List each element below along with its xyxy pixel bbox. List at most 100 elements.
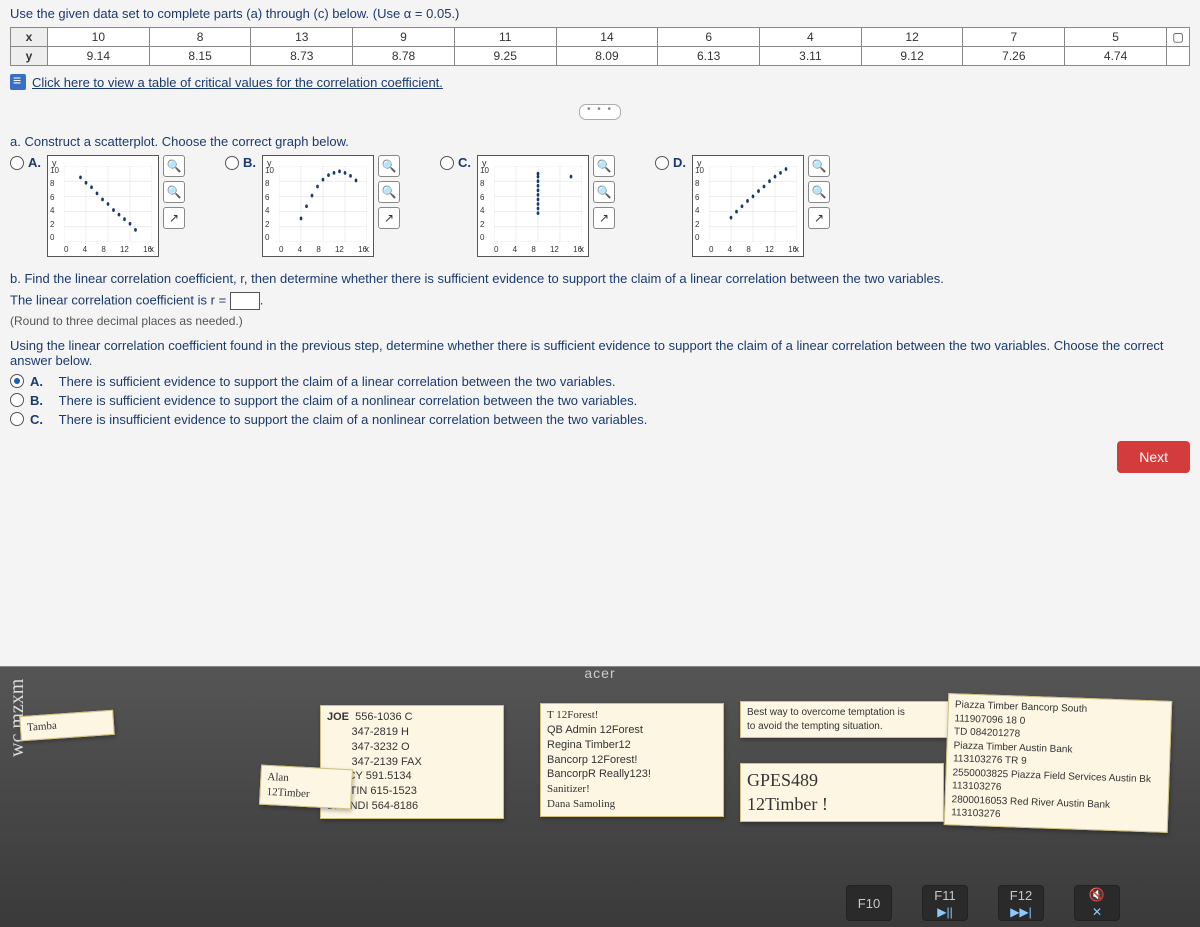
radio-c[interactable] [440, 156, 454, 170]
xcell: 9 [353, 28, 455, 47]
sticky-note-gpes: GPES489 12Timber ! [740, 763, 944, 822]
option-b-label: B. [243, 155, 256, 170]
sticky-note-alan: Alan 12Timber [259, 765, 353, 809]
sticky-note-routing: Piazza Timber Bancorp South 111907096 18… [944, 693, 1172, 832]
zoom-in-icon[interactable]: 🔍 [378, 155, 400, 177]
ytick: 2 [265, 220, 279, 229]
radio-a[interactable] [10, 156, 24, 170]
sticky3-line: Dana Samoling [547, 798, 615, 810]
key-mute[interactable]: 🔇✕ [1074, 885, 1120, 921]
xtick: 4 [83, 245, 87, 254]
radio-mc-b[interactable] [10, 393, 24, 407]
row-header-x: x [11, 28, 48, 47]
xtick: 16 [788, 245, 797, 254]
xy-data-table: x 10 8 13 9 11 14 6 4 12 7 5 ▢ y 9.14 8.… [10, 27, 1190, 66]
sticky2b-line: 12Timber [266, 786, 310, 800]
f12-label: F12 [1010, 888, 1032, 903]
mc-option-a[interactable]: A. There is sufficient evidence to suppo… [10, 374, 1190, 389]
sticky2-line: 347-2139 FAX [351, 756, 421, 768]
zoom-out-icon[interactable]: 🔍 [808, 181, 830, 203]
next-track-icon: ▶▶| [1010, 905, 1032, 919]
xtick: 0 [494, 245, 498, 254]
radio-mc-a[interactable] [10, 374, 24, 388]
mc-c-text: There is insufficient evidence to suppor… [59, 412, 648, 427]
xtick: 8 [101, 245, 105, 254]
part-b-label: b. Find the linear correlation coefficie… [10, 271, 1190, 286]
zoom-out-icon[interactable]: 🔍 [163, 181, 185, 203]
xcell: 8 [149, 28, 251, 47]
ytick: 8 [480, 179, 494, 188]
key-f11[interactable]: F11▶|| [922, 885, 968, 921]
radio-mc-c[interactable] [10, 412, 24, 426]
zoom-in-icon[interactable]: 🔍 [163, 155, 185, 177]
expand-icon[interactable]: ↗ [378, 207, 400, 229]
xtick: 4 [513, 245, 517, 254]
sticky6-line: TD 084201278 [954, 726, 1021, 739]
mc-b-text: There is sufficient evidence to support … [59, 393, 638, 408]
sticky6-line: 113103276 [952, 780, 1002, 793]
zoom-in-icon[interactable]: 🔍 [808, 155, 830, 177]
row-header-y: y [11, 47, 48, 66]
ytick: 6 [50, 193, 64, 202]
sticky3-line: Regina Timber12 [547, 739, 631, 751]
scatter-option-c[interactable]: C. y x 10 8 6 4 2 0 0 4 [440, 155, 615, 257]
ycell: 7.26 [963, 47, 1065, 66]
sticky2-line: 556-1036 C [355, 711, 413, 723]
r-input[interactable] [230, 292, 260, 310]
xcell: 10 [48, 28, 150, 47]
radio-b[interactable] [225, 156, 239, 170]
desk-area: acer wc mzxm Tamba JOE 556-1036 C JOE 34… [0, 667, 1200, 927]
scatterplot-d: y x 10 8 6 4 2 0 0 4 8 12 [692, 155, 804, 257]
key-f12[interactable]: F12 ▶▶| [998, 885, 1044, 921]
mute-icon: ✕ [1092, 905, 1102, 919]
keyboard-fkeys: F10 F11▶|| F12 ▶▶| 🔇✕ [846, 885, 1120, 921]
scatter-option-d[interactable]: D. y x 10 8 6 4 2 0 0 4 [655, 155, 830, 257]
critical-values-link[interactable]: Click here to view a table of critical v… [32, 75, 443, 90]
scatterplot-c: y x 10 8 6 4 2 0 0 4 8 12 [477, 155, 589, 257]
next-button[interactable]: Next [1117, 441, 1190, 473]
xtick: 12 [335, 245, 344, 254]
sticky4-line: to avoid the tempting situation. [747, 721, 883, 732]
ycell: 9.25 [454, 47, 556, 66]
xtick: 0 [709, 245, 713, 254]
xtick: 8 [746, 245, 750, 254]
table-overflow-indicator[interactable]: ▢ [1167, 28, 1190, 47]
sticky3-line: T 12Forest! [547, 709, 598, 721]
zoom-out-icon[interactable]: 🔍 [593, 181, 615, 203]
f10-label: F10 [858, 896, 880, 911]
sticky3-line: BancorpR Really123! [547, 768, 651, 780]
scatter-option-a[interactable]: A. y x 10 8 6 4 2 0 0 4 [10, 155, 185, 257]
sticky3-line: Sanitizer! [547, 783, 590, 795]
ycell: 4.74 [1065, 47, 1167, 66]
expand-icon[interactable]: ↗ [163, 207, 185, 229]
expand-icon[interactable]: ↗ [593, 207, 615, 229]
ycell: 3.11 [760, 47, 862, 66]
sticky-note-quote: Best way to overcome temptation is to av… [740, 701, 954, 738]
mc-option-b[interactable]: B. There is sufficient evidence to suppo… [10, 393, 1190, 408]
xcell: 7 [963, 28, 1065, 47]
ytick: 2 [695, 220, 709, 229]
xtick: 16 [358, 245, 367, 254]
ytick: 8 [695, 179, 709, 188]
zoom-out-icon[interactable]: 🔍 [378, 181, 400, 203]
table-link-icon[interactable] [10, 74, 26, 90]
xcell: 5 [1065, 28, 1167, 47]
question-prompt: Use the given data set to complete parts… [10, 6, 1190, 21]
part-b2-label: Using the linear correlation coefficient… [10, 338, 1190, 368]
option-c-label: C. [458, 155, 471, 170]
zoom-in-icon[interactable]: 🔍 [593, 155, 615, 177]
expand-icon[interactable]: ↗ [808, 207, 830, 229]
ytick: 2 [50, 220, 64, 229]
collapse-ellipsis-button[interactable]: • • • [579, 104, 621, 120]
scatter-option-b[interactable]: B. y x 10 8 6 4 2 0 0 4 [225, 155, 400, 257]
table-row: x 10 8 13 9 11 14 6 4 12 7 5 ▢ [11, 28, 1190, 47]
sticky5-line: GPES489 [747, 770, 818, 790]
ytick: 2 [480, 220, 494, 229]
mc-option-c[interactable]: C. There is insufficient evidence to sup… [10, 412, 1190, 427]
sticky6-line: 113103276 TR 9 [953, 753, 1027, 767]
key-f10[interactable]: F10 [846, 885, 892, 921]
scatterplot-b: y x 10 8 6 4 2 0 0 4 8 12 [262, 155, 374, 257]
radio-d[interactable] [655, 156, 669, 170]
scatterplot-a: y x 10 8 6 4 2 0 0 4 8 12 [47, 155, 159, 257]
xtick: 0 [64, 245, 68, 254]
